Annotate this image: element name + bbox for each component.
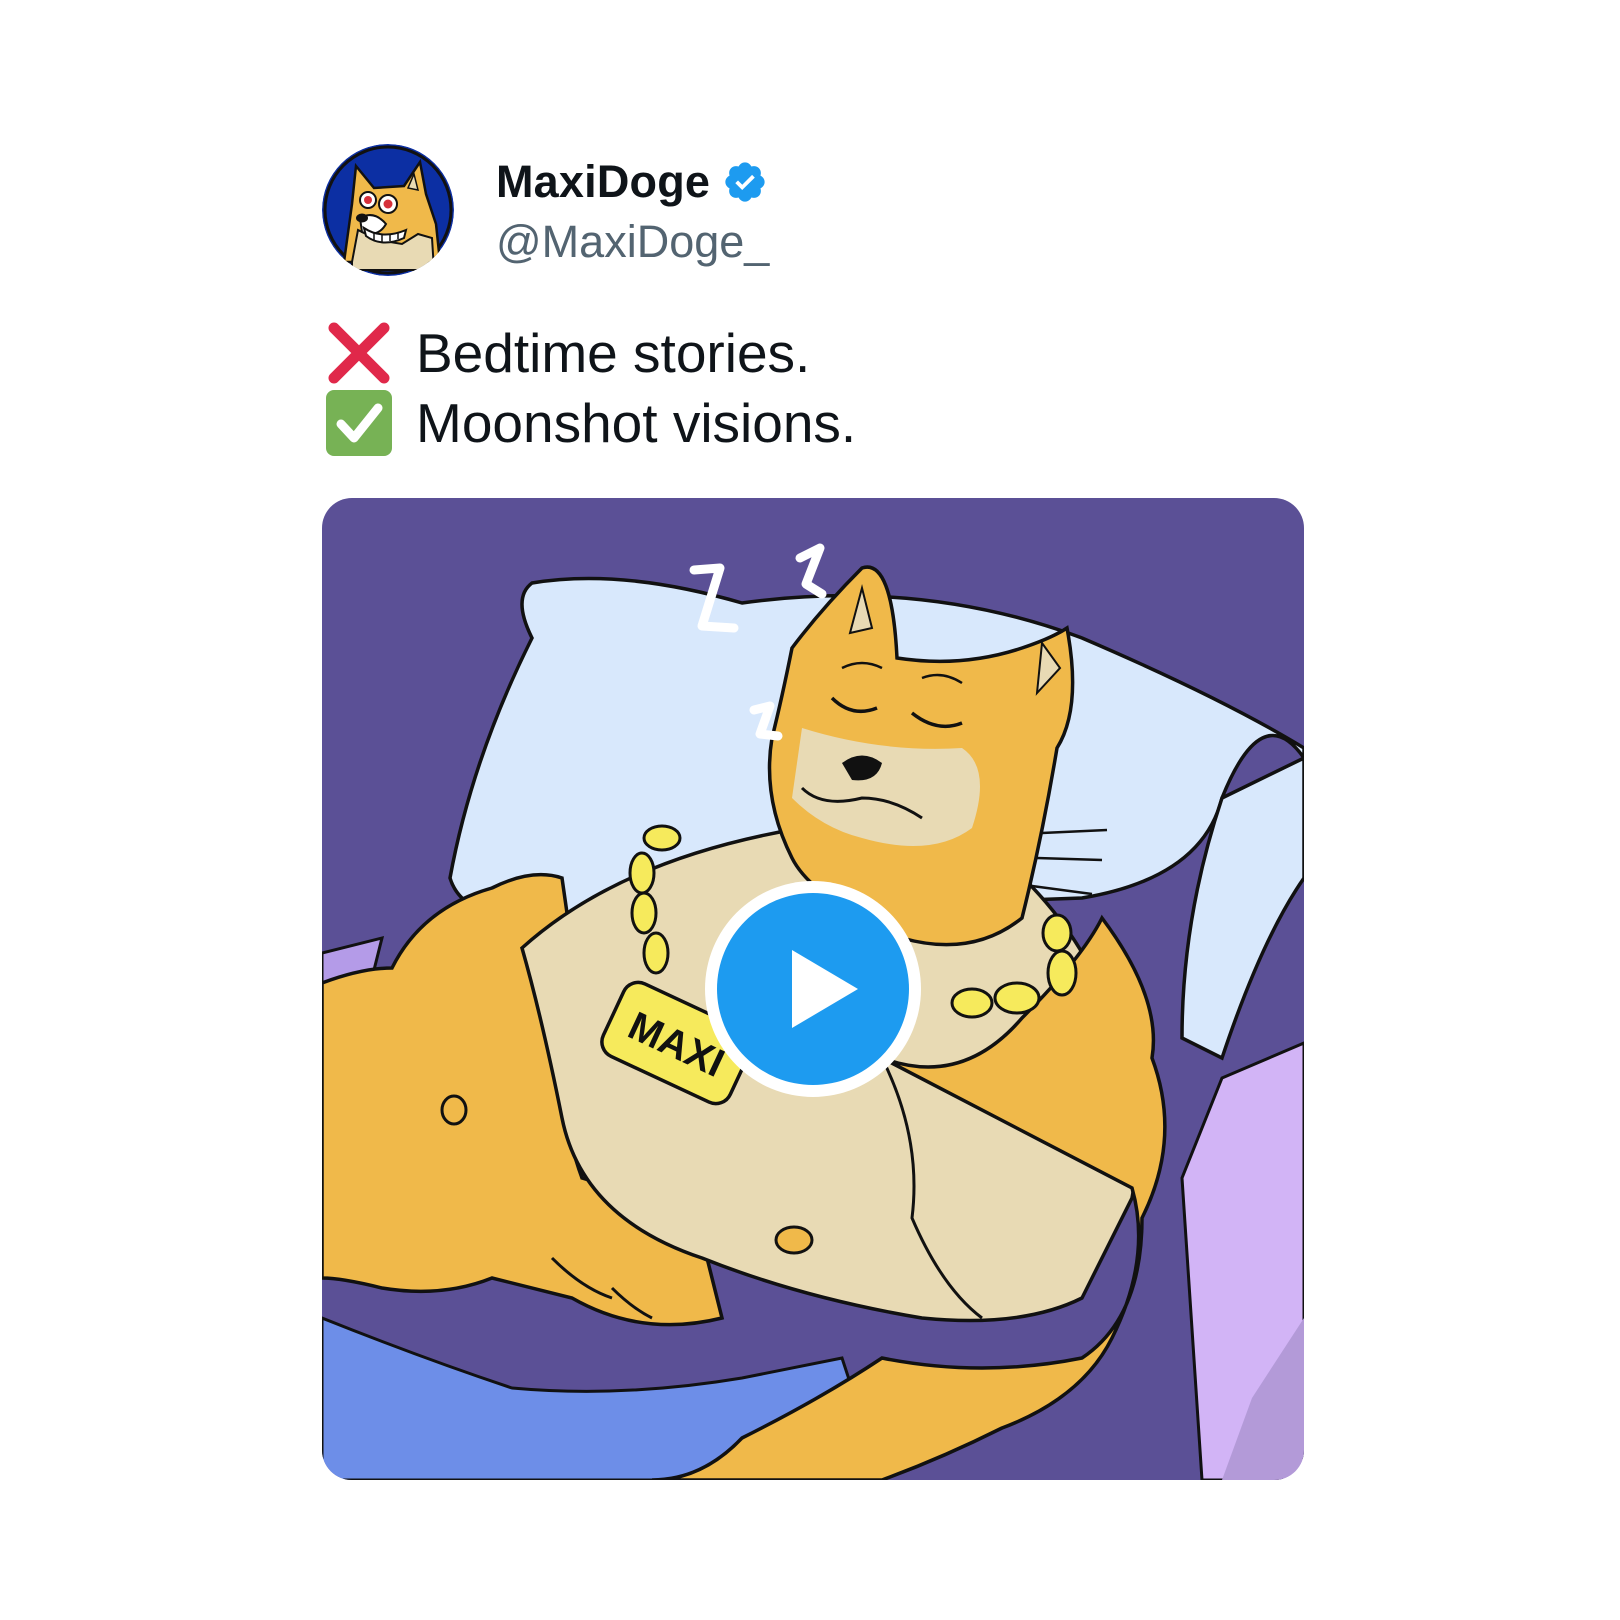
play-icon [705, 881, 921, 1097]
tweet-line-text: Moonshot visions. [416, 392, 857, 454]
tweet-line: Moonshot visions. [324, 388, 856, 458]
verified-badge-icon [725, 162, 765, 202]
author-handle[interactable]: @MaxiDoge_ [496, 216, 769, 268]
tweet-line: Bedtime stories. [324, 318, 856, 388]
profile-avatar[interactable] [322, 144, 454, 276]
shiba-doge-avatar-icon [322, 144, 454, 276]
author-display-name[interactable]: MaxiDoge [496, 156, 710, 208]
tweet-card: MaxiDoge @MaxiDoge_ Bedtime stories. Moo… [0, 0, 1620, 1620]
play-button[interactable] [702, 878, 924, 1100]
check-mark-button-icon [326, 390, 392, 456]
video-media[interactable]: MAXI [322, 498, 1304, 1480]
author-name-row: MaxiDoge [496, 154, 768, 210]
tweet-line-text: Bedtime stories. [416, 322, 811, 384]
cross-mark-icon [328, 322, 390, 384]
tweet-text: Bedtime stories. Moonshot visions. [324, 318, 856, 458]
